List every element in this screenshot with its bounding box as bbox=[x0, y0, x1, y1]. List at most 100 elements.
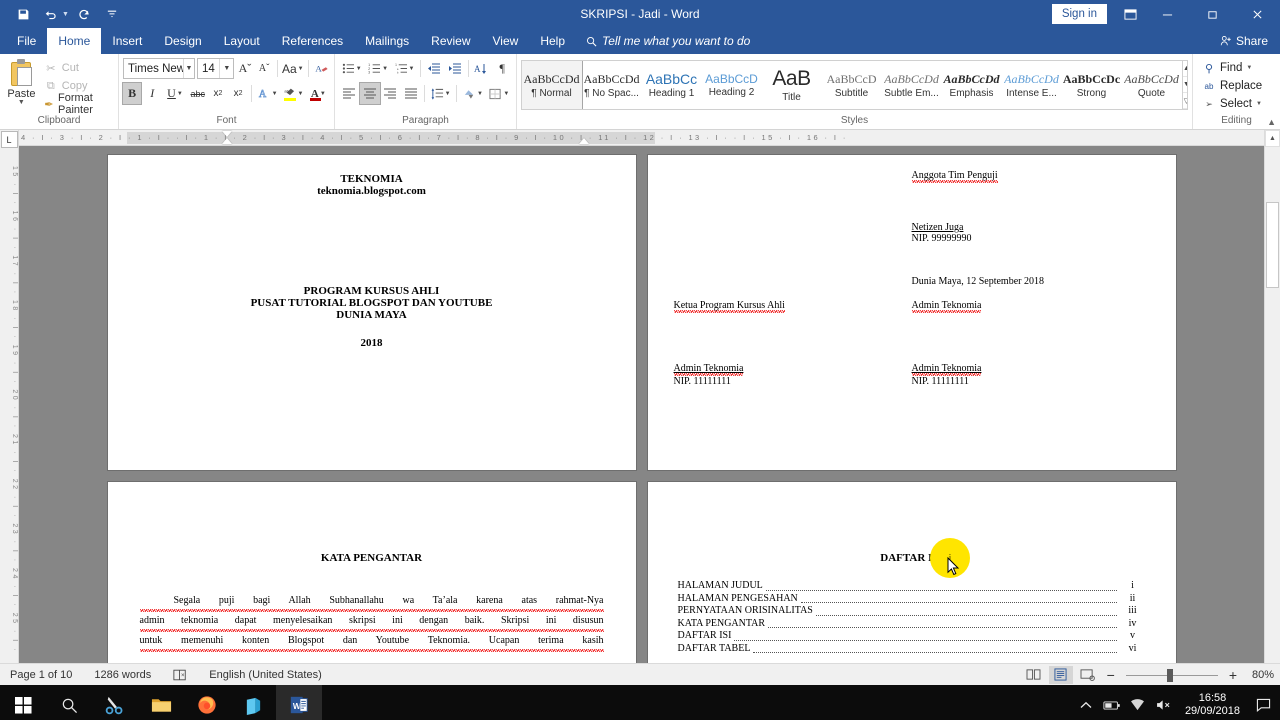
tab-view[interactable]: View bbox=[482, 28, 530, 54]
document-scroll-area[interactable]: TEKNOMIA teknomia.blogspot.com PROGRAM K… bbox=[19, 146, 1264, 663]
language-indicator[interactable]: English (United States) bbox=[205, 668, 326, 682]
tab-stop-selector[interactable]: L bbox=[0, 131, 18, 148]
scroll-up-arrow-icon[interactable]: ▲ bbox=[1265, 130, 1280, 147]
select-button[interactable]: ➢ Select ▼ bbox=[1199, 96, 1276, 113]
save-icon[interactable] bbox=[10, 3, 36, 25]
sign-in-button[interactable]: Sign in bbox=[1051, 4, 1107, 24]
share-button[interactable]: Share bbox=[1208, 28, 1280, 54]
format-painter-button[interactable]: ✒ Format Painter bbox=[41, 92, 114, 116]
toc-entry[interactable]: HALAMAN JUDUL i bbox=[678, 580, 1146, 593]
tab-home[interactable]: Home bbox=[47, 28, 102, 54]
strikethrough-button[interactable]: abc bbox=[189, 83, 207, 104]
tab-help[interactable]: Help bbox=[529, 28, 576, 54]
toc-entry[interactable]: HALAMAN PENGESAHAN ii bbox=[678, 593, 1146, 606]
style-no-spacing[interactable]: AaBbCcDd ¶ No Spac... bbox=[582, 61, 642, 109]
tab-references[interactable]: References bbox=[271, 28, 354, 54]
bold-button[interactable]: B bbox=[121, 82, 143, 105]
sort-button[interactable]: A bbox=[472, 58, 492, 79]
style-subtle-emphasis[interactable]: AaBbCcDd Subtle Em... bbox=[882, 61, 942, 109]
show-formatting-marks-button[interactable]: ¶ bbox=[492, 58, 512, 79]
subscript-button[interactable]: x2 bbox=[209, 83, 227, 104]
volume-muted-icon[interactable] bbox=[1151, 685, 1177, 720]
style-normal[interactable]: AaBbCcDd ¶ Normal bbox=[522, 61, 583, 109]
font-name-caret[interactable]: ▼ bbox=[183, 59, 194, 78]
tab-review[interactable]: Review bbox=[420, 28, 481, 54]
print-layout-button[interactable] bbox=[1048, 665, 1073, 684]
show-hidden-icons-button[interactable] bbox=[1073, 685, 1099, 720]
restore-button[interactable] bbox=[1190, 0, 1235, 28]
paste-dropdown-caret[interactable]: ▼ bbox=[18, 99, 25, 106]
document-page-2[interactable]: Anggota Tim Penguji Netizen Juga NIP. 99… bbox=[647, 155, 1176, 470]
split-window-handle[interactable]: ▲ bbox=[1265, 130, 1280, 147]
right-indent-marker[interactable] bbox=[579, 138, 589, 144]
snipping-tool-button[interactable] bbox=[92, 685, 138, 720]
zoom-level[interactable]: 80% bbox=[1244, 669, 1274, 681]
style-strong[interactable]: AaBbCcDc Strong bbox=[1062, 61, 1122, 109]
align-right-button[interactable] bbox=[381, 83, 401, 104]
wifi-icon[interactable] bbox=[1125, 685, 1151, 720]
italic-button[interactable]: I bbox=[143, 83, 161, 104]
toc-entry[interactable]: PERNYATAAN ORISINALITAS iii bbox=[678, 605, 1146, 618]
word-count[interactable]: 1286 words bbox=[90, 668, 155, 682]
tab-mailings[interactable]: Mailings bbox=[354, 28, 420, 54]
bullets-button[interactable]: ▼ bbox=[339, 58, 364, 79]
tab-layout[interactable]: Layout bbox=[213, 28, 271, 54]
vertical-scrollbar[interactable]: ▲ bbox=[1264, 130, 1280, 663]
style-quote[interactable]: AaBbCcDd Quote bbox=[1122, 61, 1182, 109]
style-heading-1[interactable]: AaBbCc Heading 1 bbox=[642, 61, 702, 109]
cut-button[interactable]: ✂ Cut bbox=[41, 60, 114, 77]
multilevel-list-button[interactable]: 1 a b ▼ bbox=[392, 58, 417, 79]
action-center-button[interactable] bbox=[1248, 685, 1278, 720]
styles-gallery[interactable]: AaBbCcDd ¶ Normal AaBbCcDd ¶ No Spac... … bbox=[521, 60, 1188, 110]
web-layout-button[interactable] bbox=[1076, 666, 1100, 684]
align-left-button[interactable] bbox=[339, 83, 359, 104]
battery-icon[interactable] bbox=[1099, 685, 1125, 720]
tell-me-search[interactable]: Tell me what you want to do bbox=[576, 28, 760, 54]
close-button[interactable] bbox=[1235, 0, 1280, 28]
underline-button[interactable]: U ▼ bbox=[163, 83, 186, 104]
page-indicator[interactable]: Page 1 of 10 bbox=[6, 668, 76, 682]
undo-icon[interactable] bbox=[38, 3, 64, 25]
tab-design[interactable]: Design bbox=[153, 28, 212, 54]
style-subtitle[interactable]: AaBbCcD Subtitle bbox=[822, 61, 882, 109]
taskbar-clock[interactable]: 16:58 29/09/2018 bbox=[1177, 685, 1248, 720]
change-case-button[interactable]: Aa ▼ bbox=[282, 58, 304, 79]
line-spacing-button[interactable]: ▼ bbox=[428, 83, 453, 104]
first-line-indent-marker[interactable] bbox=[222, 131, 232, 137]
document-page-1[interactable]: TEKNOMIA teknomia.blogspot.com PROGRAM K… bbox=[107, 155, 636, 470]
style-heading-2[interactable]: AaBbCcD Heading 2 bbox=[702, 61, 762, 109]
toc-entry[interactable]: KATA PENGANTAR iv bbox=[678, 618, 1146, 631]
paste-button[interactable]: Paste ▼ bbox=[4, 57, 39, 115]
collapse-ribbon-button[interactable]: ▲ bbox=[1267, 117, 1276, 127]
styles-scroll-down-button[interactable]: ▼ bbox=[1183, 77, 1187, 93]
font-size-caret[interactable]: ▼ bbox=[219, 59, 233, 78]
styles-scroll-up-button[interactable]: ▲ bbox=[1183, 61, 1187, 77]
tab-file[interactable]: File bbox=[6, 28, 47, 54]
microsoft-store-button[interactable] bbox=[230, 685, 276, 720]
grow-font-button[interactable]: Aˇ bbox=[236, 58, 253, 79]
borders-button[interactable]: ▼ bbox=[487, 83, 512, 104]
align-center-button[interactable] bbox=[358, 82, 381, 105]
toc-entry[interactable]: DAFTAR ISI v bbox=[678, 630, 1146, 643]
font-color-button[interactable]: A ▼ bbox=[307, 83, 330, 104]
zoom-slider-thumb[interactable] bbox=[1166, 668, 1173, 682]
minimize-button[interactable] bbox=[1145, 0, 1190, 28]
styles-more-button[interactable]: ▽ bbox=[1183, 93, 1187, 109]
word-taskbar-button[interactable]: W bbox=[276, 685, 322, 720]
replace-button[interactable]: ab Replace bbox=[1199, 78, 1276, 95]
text-highlight-color-button[interactable]: ab ▼ bbox=[281, 83, 304, 104]
zoom-out-button[interactable]: − bbox=[1103, 666, 1119, 684]
read-mode-button[interactable] bbox=[1022, 666, 1046, 684]
firefox-button[interactable] bbox=[184, 685, 230, 720]
undo-dropdown-caret[interactable]: ▼ bbox=[62, 11, 69, 18]
file-explorer-button[interactable] bbox=[138, 685, 184, 720]
text-effects-button[interactable]: A ▼ bbox=[256, 83, 279, 104]
zoom-slider[interactable] bbox=[1125, 667, 1218, 683]
justify-button[interactable] bbox=[401, 83, 421, 104]
customize-quick-access-icon[interactable] bbox=[99, 3, 125, 25]
font-name-combobox[interactable]: Times New Rı ▼ bbox=[123, 58, 195, 79]
horizontal-ruler[interactable]: 4 · I · 3 · I · 2 · I · 1 · I · · I · 1 … bbox=[19, 130, 1264, 146]
find-button[interactable]: ⚲ Find ▼ bbox=[1199, 60, 1276, 77]
document-page-3[interactable]: KATA PENGANTAR Segala puji bagi Allah Su… bbox=[107, 482, 636, 663]
toc-entry[interactable]: DAFTAR TABEL vi bbox=[678, 643, 1146, 656]
